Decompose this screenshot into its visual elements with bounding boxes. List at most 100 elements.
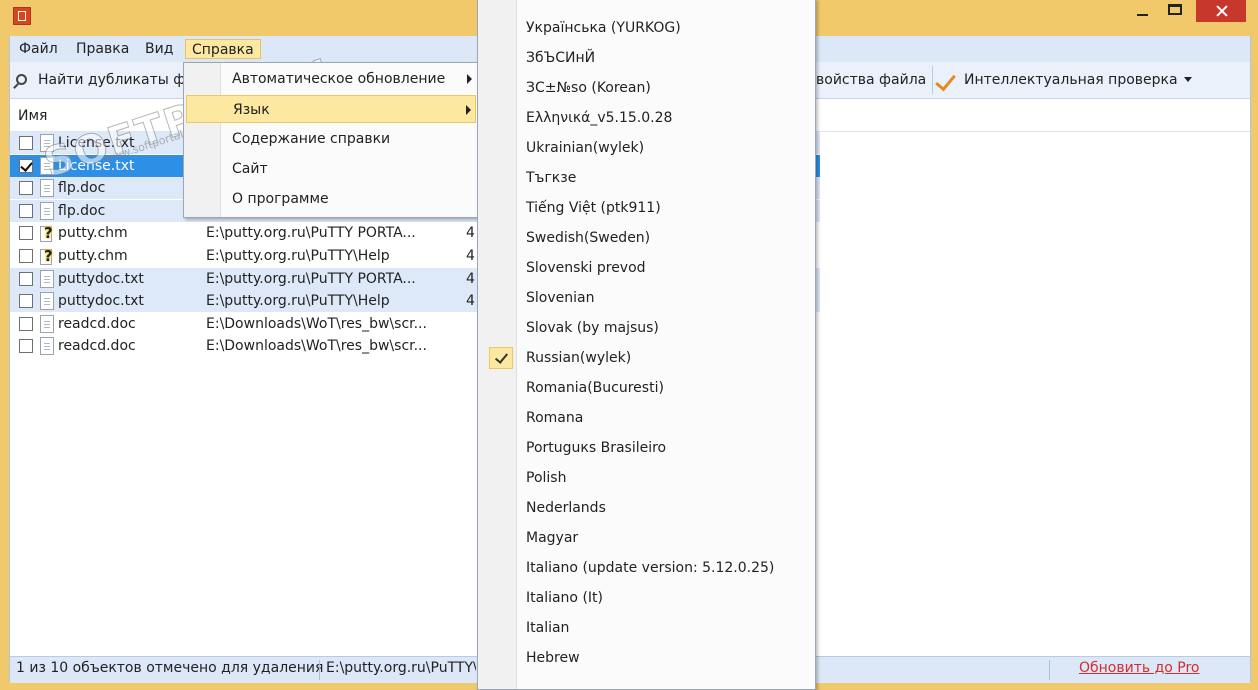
menu-edit[interactable]: Правка (70, 39, 135, 59)
chevron-down-icon[interactable] (1184, 77, 1192, 82)
language-option[interactable]: Slovenian (480, 283, 813, 313)
language-option[interactable]: Ελληνικά_v5.15.0.28 (480, 103, 813, 133)
language-option-label: Hebrew (526, 650, 580, 666)
toolbar-separator (932, 66, 933, 94)
document-icon (40, 337, 54, 356)
row-checkbox[interactable] (19, 294, 33, 309)
help-menu-item[interactable]: Содержание справки (186, 125, 476, 153)
language-option[interactable]: Nederlands (480, 493, 813, 523)
row-checkbox[interactable] (19, 316, 33, 331)
file-name: puttydoc.txt (58, 293, 144, 310)
language-option[interactable]: Tiếng Việt (ptk911) (480, 193, 813, 223)
document-icon (40, 201, 54, 220)
language-option-label: Nederlands (526, 500, 606, 516)
column-header-name[interactable]: Имя (18, 108, 47, 124)
file-size: 4 (466, 270, 475, 287)
chevron-right-icon (466, 105, 471, 115)
row-checkbox[interactable] (19, 203, 33, 218)
language-option[interactable]: Тъгкзе (480, 163, 813, 193)
language-option-label: Тъгкзе (526, 170, 577, 186)
row-checkbox[interactable] (19, 226, 33, 241)
file-path: E:\putty.org.ru\PuTTY PORTA... (206, 225, 416, 242)
language-option[interactable]: Slovenski prevod (480, 253, 813, 283)
file-path: E:\putty.org.ru\PuTTY\Help (206, 248, 390, 264)
help-file-icon: ? (40, 224, 56, 243)
help-dropdown-menu: Автоматическое обновление Язык Содержание … (183, 62, 479, 218)
language-option-label: Tiếng Việt (ptk911) (526, 200, 661, 216)
row-checkbox[interactable] (19, 181, 33, 196)
app-icon[interactable] (13, 7, 31, 25)
language-option[interactable]: Polish (480, 463, 813, 493)
language-option[interactable]: Romana (480, 403, 813, 433)
language-option[interactable]: ЗбЪСИнЙ (480, 43, 813, 73)
language-option-label: Swedish(Sweden) (526, 230, 651, 246)
menu-help[interactable]: Справка (185, 39, 261, 59)
language-option-label: Magyar (526, 530, 579, 546)
chevron-right-icon (467, 74, 472, 84)
help-menu-item-label: Автоматическое обновление (232, 71, 446, 87)
status-separator (319, 660, 320, 680)
language-option-label: Slovenski prevod (526, 260, 646, 276)
close-button[interactable] (1196, 0, 1246, 22)
help-menu-item-label: О программе (232, 191, 329, 207)
menu-view[interactable]: Вид (139, 39, 179, 59)
help-menu-item[interactable]: Сайт (186, 155, 476, 183)
language-option[interactable]: Українська (YURKOG) (480, 13, 813, 43)
language-option[interactable]: Italiano (update version: 5.12.0.25) (480, 553, 813, 583)
file-properties-button[interactable]: войства файла (816, 69, 926, 91)
language-option[interactable]: Portuguкs Brasileiro (480, 433, 813, 463)
row-checkbox[interactable] (19, 271, 33, 286)
language-option-label: ЗС±№ѕо (Korean) (526, 80, 651, 96)
language-option[interactable]: Swedish(Sweden) (480, 223, 813, 253)
language-option[interactable]: Slovak (by majsus) (480, 313, 813, 343)
language-option[interactable]: Romania(Bucuresti) (480, 373, 813, 403)
menu-file[interactable]: Файл (13, 39, 64, 59)
language-option-label: Russian(wylek) (526, 350, 632, 366)
language-option[interactable]: Italian (480, 613, 813, 643)
language-option-label: Ukrainian(wylek) (526, 140, 645, 156)
help-menu-item[interactable]: Автоматическое обновление (186, 65, 476, 93)
file-name: readcd.doc (58, 315, 136, 332)
language-option[interactable]: Magyar (480, 523, 813, 553)
document-icon (40, 314, 54, 333)
help-menu-item-label: Язык (233, 102, 270, 118)
file-name: flp.doc (58, 202, 106, 219)
upgrade-pro-link[interactable]: Обновить до Pro (1079, 660, 1199, 676)
language-option-label: Portuguкs Brasileiro (526, 440, 667, 456)
help-file-icon: ? (40, 247, 56, 265)
file-path: E:\Downloads\WoT\res_bw\scr... (206, 338, 427, 355)
language-option[interactable]: Ukrainian(wylek) (480, 133, 813, 163)
file-name: flp.doc (58, 180, 106, 197)
help-menu-item-label: Сайт (232, 161, 268, 177)
check-icon (935, 69, 956, 92)
question-mark-glyph: ? (44, 224, 53, 243)
language-option[interactable]: Hebrew (480, 643, 813, 673)
row-checkbox[interactable] (19, 339, 33, 354)
document-icon (40, 134, 54, 152)
language-option[interactable]: Russian(wylek) (480, 343, 813, 373)
file-name: License.txt (58, 157, 135, 174)
maximize-button[interactable] (1160, 0, 1190, 22)
status-selected-count: 1 из 10 объектов отмечено для удаления (16, 660, 324, 676)
smart-check-button[interactable]: Интеллектуальная проверка (964, 69, 1178, 91)
file-name: putty.chm (58, 248, 128, 264)
file-path: E:\putty.org.ru\PuTTY\Help (206, 293, 390, 310)
language-option[interactable]: Italiano (It) (480, 583, 813, 613)
row-checkbox[interactable] (19, 249, 33, 263)
language-option[interactable]: ЗС±№ѕо (Korean) (480, 73, 813, 103)
row-checkbox[interactable] (19, 158, 33, 173)
language-option-label: Italiano (update version: 5.12.0.25) (526, 560, 775, 576)
row-checkbox[interactable] (19, 136, 33, 150)
file-name: readcd.doc (58, 338, 136, 355)
checkmark-icon (489, 347, 513, 369)
help-menu-item[interactable]: О программе (186, 185, 476, 213)
find-duplicates-button[interactable]: Найти дубликаты фа (38, 69, 194, 91)
help-menu-item-label: Содержание справки (232, 131, 391, 147)
minimize-button[interactable] (1128, 0, 1154, 22)
help-menu-item[interactable]: Язык (186, 95, 476, 123)
file-path: E:\putty.org.ru\PuTTY PORTA... (206, 270, 416, 287)
language-option-label: Slovak (by majsus) (526, 320, 659, 336)
language-option-label: Italian (526, 620, 570, 636)
file-size: 4 (466, 248, 475, 264)
file-path: E:\Downloads\WoT\res_bw\scr... (206, 315, 427, 332)
